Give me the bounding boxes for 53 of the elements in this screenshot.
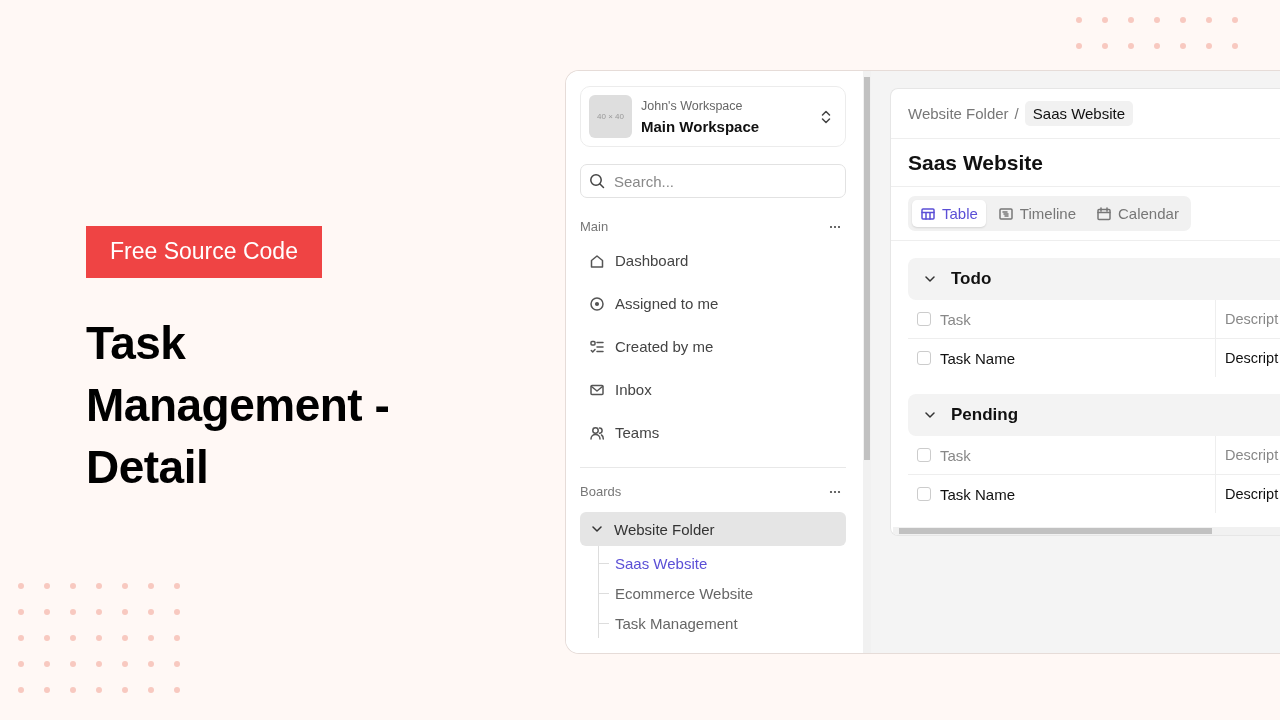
more-icon[interactable] [829, 224, 841, 229]
column-header: Task [940, 446, 971, 464]
target-icon [589, 295, 605, 312]
hero-title: Task Management - Detail [86, 316, 391, 495]
nav-item[interactable]: Dashboard [580, 239, 846, 282]
nav-item[interactable]: Inbox [580, 368, 846, 411]
scrollbar-thumb[interactable] [899, 528, 1212, 534]
folder-item[interactable]: Website Folder [580, 512, 846, 546]
view-tab[interactable]: Table [912, 200, 986, 227]
timeline-icon [997, 205, 1014, 222]
checkbox[interactable] [917, 487, 931, 501]
workspace-owner: John's Workspace [641, 98, 744, 113]
nav-item[interactable]: Created by me [580, 325, 846, 368]
section-label: Main [580, 219, 609, 234]
column-header: Task [940, 310, 971, 328]
table-cell: Task Name [940, 485, 1016, 503]
table-icon [920, 205, 936, 222]
nav-item[interactable]: Teams [580, 411, 846, 454]
view-tab[interactable]: Calendar [1088, 200, 1187, 227]
scrollbar-thumb[interactable] [864, 77, 870, 460]
more-icon[interactable] [829, 489, 841, 494]
chevron-up-down-icon [821, 109, 831, 124]
workspace-name: Main Workspace [641, 117, 761, 135]
chevron-down-icon [925, 412, 935, 418]
nav-item[interactable]: Assigned to me [580, 282, 846, 325]
breadcrumb-current[interactable]: Saas Website [1024, 101, 1134, 126]
search-field[interactable]: Search... [580, 164, 846, 198]
column-header: Descript [1224, 447, 1279, 463]
table-cell-text: Descript [1224, 350, 1279, 366]
checklist-icon [589, 338, 605, 355]
column-header: Descript [1224, 311, 1279, 327]
table-cell: Task Name [940, 349, 1016, 367]
board-item[interactable]: Ecommerce Website [599, 578, 846, 608]
search-icon [589, 173, 605, 189]
board-item[interactable]: Task Management [599, 608, 846, 638]
source-code-banner: Free Source Code [86, 226, 322, 278]
users-icon [589, 424, 605, 441]
calendar-icon [1096, 205, 1112, 222]
breadcrumb-link[interactable]: Website Folder [908, 105, 1009, 122]
board-title: Saas Website [891, 139, 1280, 187]
checkbox[interactable] [917, 351, 931, 365]
board-item[interactable]: Saas Website [599, 548, 846, 578]
chevron-down-icon [592, 526, 602, 532]
group-header[interactable]: Todo [908, 258, 1280, 300]
section-label: Boards [580, 484, 622, 499]
checkbox[interactable] [917, 448, 931, 462]
group-header[interactable]: Pending [908, 394, 1280, 436]
chevron-down-icon [925, 276, 935, 282]
breadcrumb-separator: / [1014, 105, 1019, 122]
view-tab[interactable]: Timeline [989, 200, 1084, 227]
home-icon [589, 252, 605, 269]
checkbox[interactable] [917, 312, 931, 326]
table-cell-text: Descript [1224, 486, 1279, 502]
